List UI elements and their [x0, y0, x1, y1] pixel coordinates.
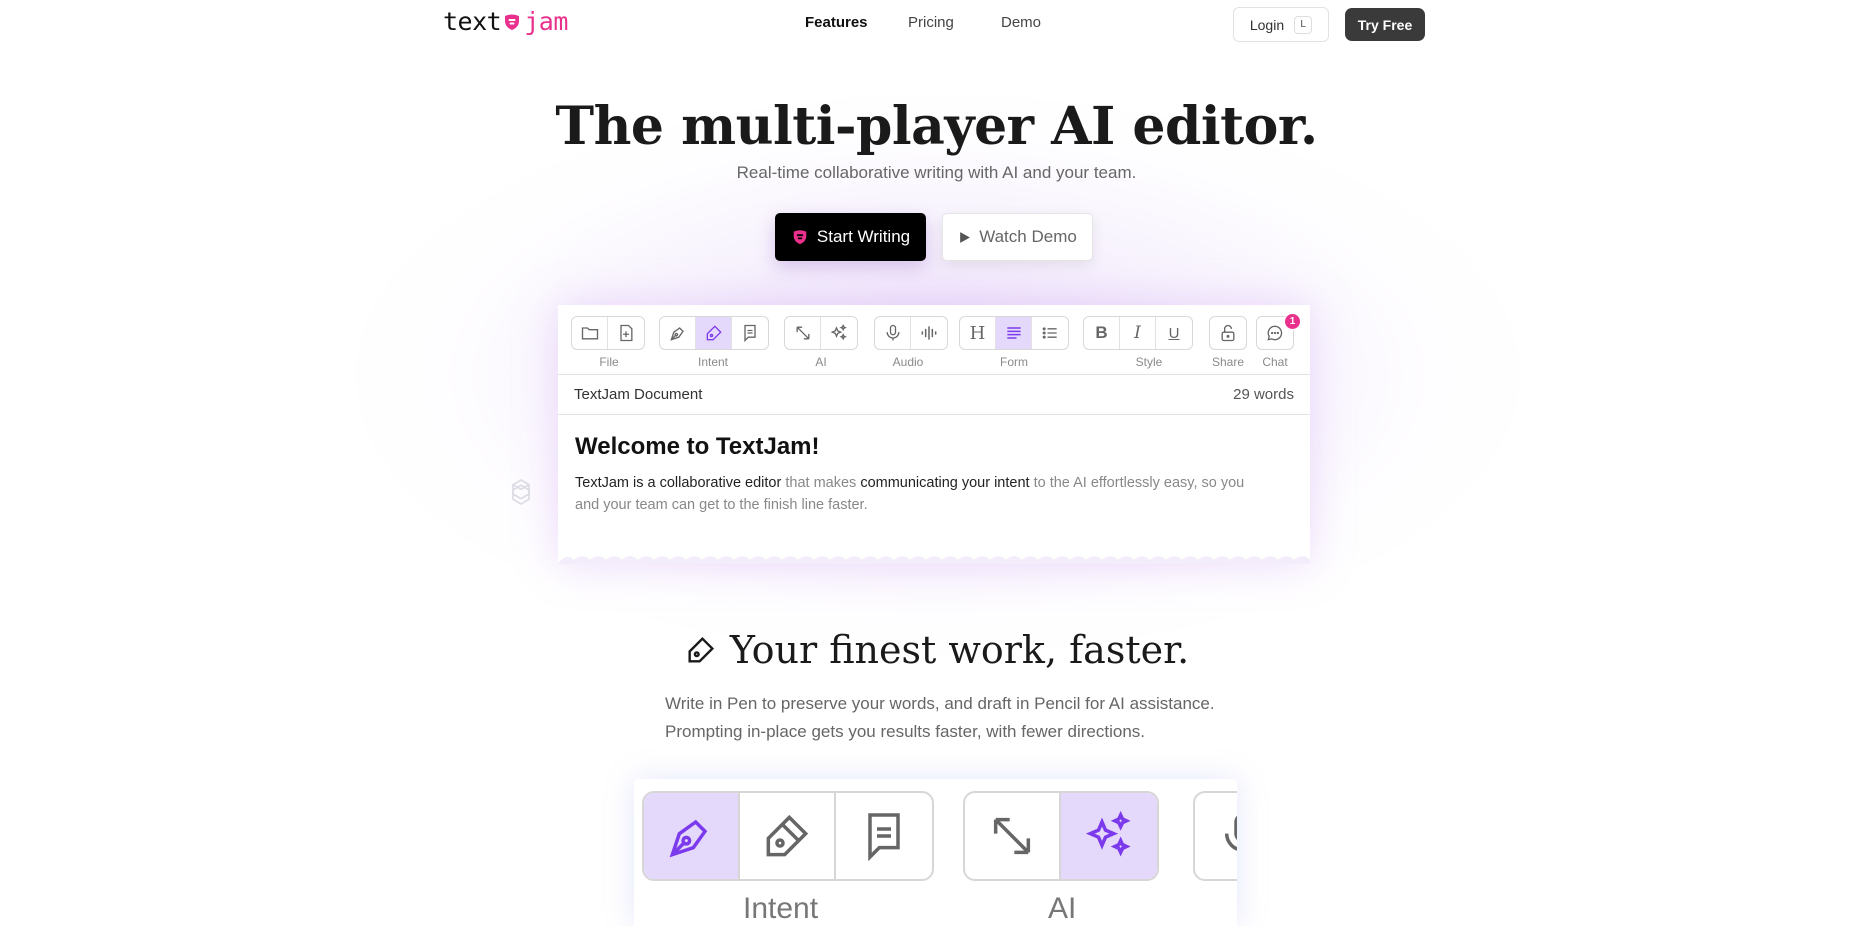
toolbar-group-intent: [659, 316, 769, 350]
toolbar-label-file: File: [599, 355, 619, 369]
login-shortcut: L: [1294, 15, 1313, 34]
toolbar-label-chat: Chat: [1262, 355, 1288, 369]
chat-notification-badge: 1: [1284, 313, 1301, 330]
toolbar-group-audio: [874, 316, 948, 350]
body-pen-text-1: TextJam is a collaborative editor: [575, 475, 782, 491]
expand-arrow-icon[interactable]: [965, 793, 1061, 879]
word-count: 29 words: [1233, 386, 1294, 403]
body-pen-text-2: communicating your intent: [860, 475, 1030, 491]
closeup-group-audio: [1193, 791, 1237, 881]
nav-pricing[interactable]: Pricing: [908, 14, 954, 31]
list-icon[interactable]: [1032, 317, 1068, 349]
login-button[interactable]: Login L: [1233, 7, 1329, 42]
editor-toolbar: File Intent AI Audio H Form B I U Style …: [558, 305, 1310, 375]
toolbar-group-ai: [784, 316, 858, 350]
watch-demo-button[interactable]: Watch Demo: [942, 213, 1093, 261]
textjam-logo-icon: [505, 14, 520, 30]
toolbar-label-ai: AI: [815, 355, 827, 369]
comment-icon[interactable]: [732, 317, 768, 349]
nav-features[interactable]: Features: [805, 14, 868, 31]
editor-preview: File Intent AI Audio H Form B I U Style …: [558, 305, 1310, 564]
section-title-text: Your finest work, faster.: [729, 628, 1190, 672]
sparkles-icon[interactable]: [1061, 793, 1157, 879]
sparkles-icon[interactable]: [821, 317, 857, 349]
heading-icon[interactable]: H: [960, 317, 996, 349]
closeup-label-intent: Intent: [743, 892, 819, 925]
watch-demo-label: Watch Demo: [979, 227, 1077, 246]
torn-edge: [558, 556, 1310, 564]
textjam-logo-icon: [793, 230, 807, 245]
nav-demo[interactable]: Demo: [1001, 14, 1041, 31]
play-icon: [960, 231, 971, 243]
toolbar-label-audio: Audio: [892, 355, 924, 369]
pencil-icon[interactable]: [740, 793, 836, 879]
section-title: Your finest work, faster.: [0, 628, 1873, 676]
login-label: Login: [1249, 16, 1285, 33]
toolbar-group-form: H: [959, 316, 1069, 350]
logo[interactable]: text jam: [443, 7, 568, 36]
toolbar-label-style: Style: [1135, 355, 1163, 369]
document-title[interactable]: TextJam Document: [574, 386, 702, 403]
pencil-icon[interactable]: [696, 317, 732, 349]
new-file-icon[interactable]: [608, 317, 644, 349]
closeup-label-ai: AI: [1048, 892, 1077, 925]
italic-icon[interactable]: I: [1120, 317, 1156, 349]
toolbar-group-share: [1209, 316, 1247, 350]
toolbar-label-form: Form: [1000, 355, 1028, 369]
start-writing-label: Start Writing: [816, 227, 911, 246]
try-free-button[interactable]: Try Free: [1345, 8, 1425, 41]
toolbar-closeup: Intent AI: [634, 779, 1237, 926]
pencil-icon: [688, 636, 714, 663]
paragraph-icon[interactable]: [996, 317, 1032, 349]
underline-icon[interactable]: U: [1156, 317, 1192, 349]
pen-icon[interactable]: [660, 317, 696, 349]
section-description: Write in Pen to preserve your words, and…: [665, 690, 1215, 746]
body-pencil-text-1: that makes: [781, 475, 861, 491]
pen-icon[interactable]: [644, 793, 740, 879]
hero-subtitle: Real-time collaborative writing with AI …: [736, 163, 1137, 182]
toolbar-group-style: B I U: [1083, 316, 1193, 350]
microphone-icon[interactable]: [1195, 793, 1237, 879]
closeup-group-intent: [642, 791, 934, 881]
start-writing-button[interactable]: Start Writing: [775, 213, 926, 261]
lock-icon[interactable]: [1210, 317, 1246, 349]
document-bar: TextJam Document 29 words: [558, 375, 1310, 415]
logo-text-2: jam: [524, 7, 568, 36]
document-heading[interactable]: Welcome to TextJam!: [575, 433, 820, 461]
hero-title: The multi-player AI editor.: [555, 96, 1318, 157]
comment-icon[interactable]: [836, 793, 932, 879]
section-description-line-1: Write in Pen to preserve your words, and…: [665, 694, 1215, 713]
top-nav: text jam Features Pricing Demo Login L T…: [0, 0, 1873, 48]
toolbar-label-intent: Intent: [697, 355, 729, 369]
document-body[interactable]: TextJam is a collaborative editor that m…: [575, 472, 1265, 516]
logo-text-1: text: [443, 7, 502, 36]
folder-icon[interactable]: [572, 317, 608, 349]
microphone-icon[interactable]: [875, 317, 911, 349]
expand-arrow-icon[interactable]: [785, 317, 821, 349]
openai-icon: [512, 479, 530, 505]
bold-icon[interactable]: B: [1084, 317, 1120, 349]
toolbar-group-file: [571, 316, 645, 350]
closeup-group-ai: [963, 791, 1159, 881]
waveform-icon[interactable]: [911, 317, 947, 349]
section-description-line-2: Prompting in-place gets you results fast…: [665, 722, 1145, 741]
